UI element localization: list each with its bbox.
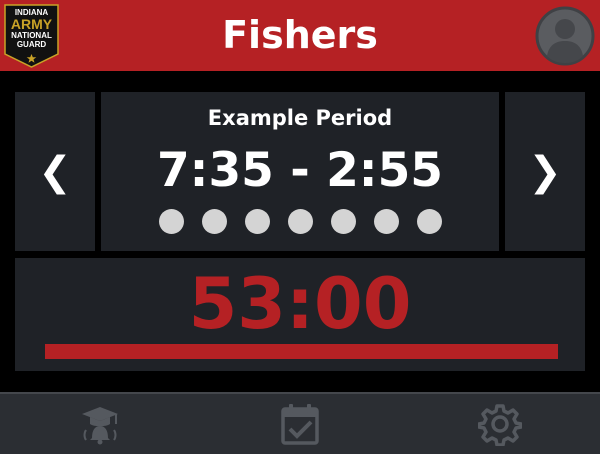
period-dot[interactable]	[201, 209, 227, 234]
time-progress-bar	[45, 344, 558, 359]
nav-calendar-button[interactable]	[278, 402, 322, 446]
period-indicator-dots	[101, 209, 499, 234]
countdown-card: 53:00	[15, 258, 585, 371]
app-header: INDIANA ARMY NATIONAL GUARD Fishers	[0, 0, 600, 71]
bottom-nav	[0, 392, 600, 454]
period-dot[interactable]	[416, 209, 442, 234]
time-progress-fill	[45, 344, 558, 359]
nav-bell-schedule-button[interactable]	[78, 402, 122, 446]
next-period-button[interactable]: ❯	[505, 92, 585, 251]
chevron-left-icon: ❮	[38, 148, 72, 195]
period-card: Example Period 7:35 - 2:55	[101, 92, 499, 251]
previous-period-button[interactable]: ❮	[15, 92, 95, 251]
page-title: Fishers	[222, 13, 378, 57]
period-time-range: 7:35 - 2:55	[156, 143, 444, 198]
period-name: Example Period	[207, 106, 393, 130]
calendar-check-icon	[281, 404, 319, 445]
graduation-bell-icon	[82, 407, 118, 445]
period-dot[interactable]	[287, 209, 313, 234]
gear-icon	[478, 404, 522, 446]
period-dot[interactable]	[373, 209, 399, 234]
user-avatar-icon[interactable]	[535, 6, 595, 66]
chevron-right-icon: ❯	[528, 148, 562, 195]
period-dot[interactable]	[158, 209, 184, 234]
period-dot[interactable]	[330, 209, 356, 234]
nav-settings-button[interactable]	[478, 402, 522, 446]
countdown-timer: 53:00	[188, 263, 412, 345]
period-dot[interactable]	[244, 209, 270, 234]
